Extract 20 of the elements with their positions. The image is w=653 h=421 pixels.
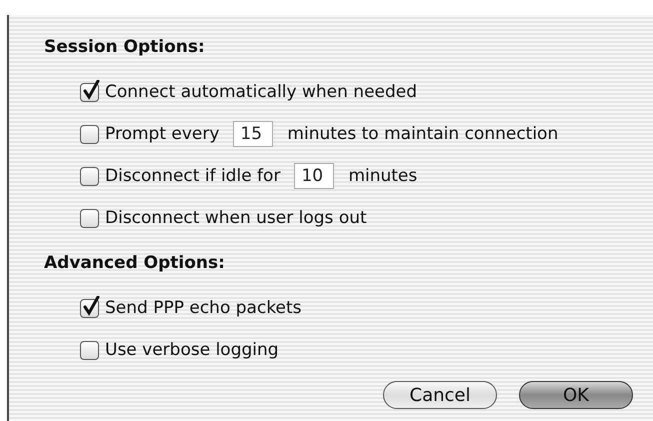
checkbox[interactable] [80,124,99,144]
option-label[interactable]: Send PPP echo packets [105,298,302,318]
option-label[interactable]: Disconnect when user logs out [105,208,367,228]
section-heading: Session Options: [44,37,206,59]
section-heading: Advanced Options: [44,253,226,275]
number-field[interactable]: 10 [294,163,334,189]
option-label: minutes [348,166,418,186]
option-label: minutes to maintain connection [287,124,558,144]
checkbox[interactable] [80,298,99,318]
option-label[interactable]: Use verbose logging [105,340,279,360]
ok-button[interactable]: OK [519,381,633,409]
option-label[interactable]: Connect automatically when needed [105,82,418,102]
option-label[interactable]: Disconnect if idle for [105,166,280,186]
checkbox[interactable] [80,82,99,102]
cancel-button[interactable]: Cancel [383,381,497,409]
checkbox[interactable] [80,166,99,186]
checkbox[interactable] [80,208,99,228]
checkbox[interactable] [80,340,99,360]
number-field[interactable]: 15 [233,121,274,147]
option-label[interactable]: Prompt every [105,124,220,144]
